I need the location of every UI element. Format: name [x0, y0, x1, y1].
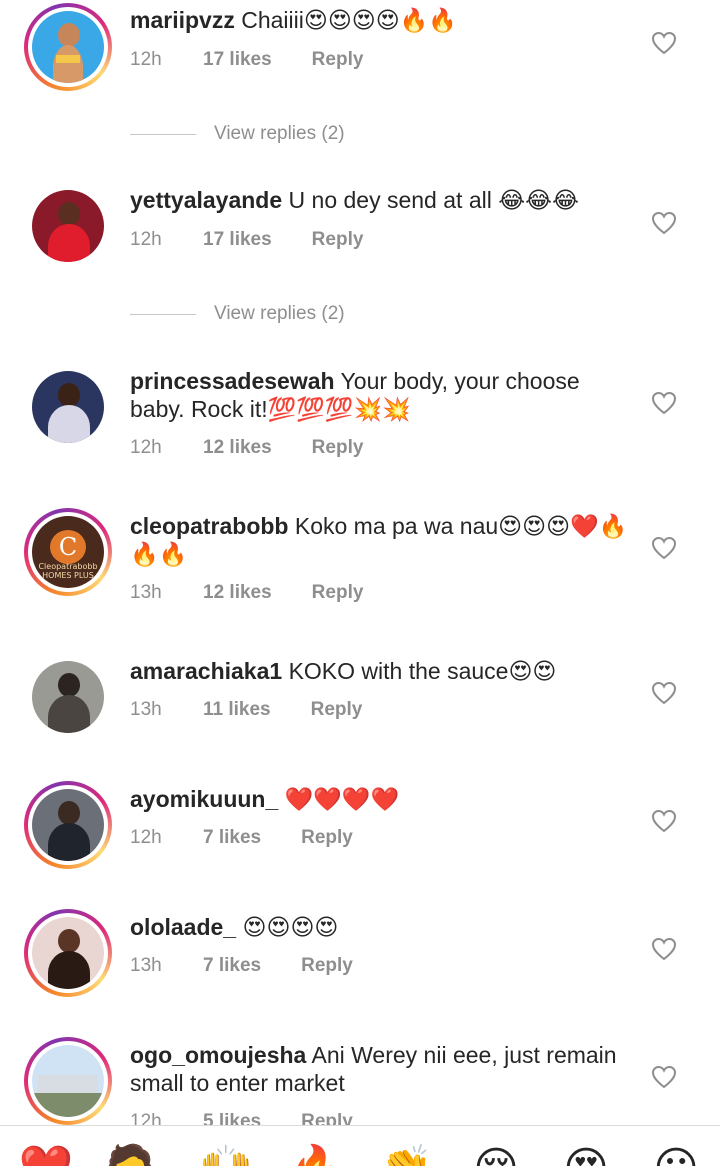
comment-username[interactable]: ayomikuuun_: [130, 786, 278, 812]
reply-button[interactable]: Reply: [312, 437, 364, 459]
comment-meta: 13h 11 likes Reply: [130, 699, 362, 721]
heart-outline-icon[interactable]: [651, 809, 677, 833]
comment-text: ayomikuuun_ ❤️❤️❤️❤️: [130, 785, 630, 813]
comment-time: 13h: [130, 699, 162, 720]
comment-body: 😍😍😍😍: [242, 914, 339, 940]
brand-logo: C: [50, 530, 86, 564]
avatar[interactable]: [24, 1037, 112, 1125]
comment-meta: 12h 12 likes Reply: [130, 437, 363, 459]
view-replies-button[interactable]: View replies (2): [130, 299, 345, 329]
comment-text: ogo_omoujesha Ani Werey nii eee, just re…: [130, 1041, 630, 1097]
comment-text: ololaade_ 😍😍😍😍: [130, 913, 630, 941]
comment-meta: 13h 12 likes Reply: [130, 582, 363, 604]
comment-time: 13h: [130, 955, 162, 976]
heart-outline-icon[interactable]: [651, 391, 677, 415]
comment-text: amarachiaka1 KOKO with the sauce😍😍: [130, 657, 630, 685]
reply-button[interactable]: Reply: [301, 1111, 353, 1125]
quick-emoji-crying[interactable]: 😢: [466, 1145, 526, 1166]
comment-text: yettyalayande U no dey send at all 😂😂😂: [130, 186, 630, 214]
comment-body: U no dey send at all 😂😂😂: [288, 187, 579, 213]
comment-meta: 12h 5 likes Reply: [130, 1111, 353, 1125]
comment-username[interactable]: mariipvzz: [130, 7, 235, 33]
comment-time: 13h: [130, 582, 162, 603]
comment-username[interactable]: ololaade_: [130, 914, 236, 940]
quick-emoji-heart-eyes[interactable]: 😍: [556, 1145, 616, 1166]
thread-line: [130, 313, 196, 315]
thread-line: [130, 133, 196, 135]
comment-likes[interactable]: 12 likes: [203, 437, 272, 459]
reply-button[interactable]: Reply: [312, 229, 364, 251]
comment-body: Chaiiii😍😍😍😍🔥🔥: [241, 7, 458, 33]
comment-username[interactable]: amarachiaka1: [130, 658, 282, 684]
view-replies-label: View replies (2): [214, 303, 345, 324]
heart-outline-icon[interactable]: [651, 31, 677, 55]
avatar[interactable]: [24, 909, 112, 997]
reply-button[interactable]: Reply: [311, 699, 363, 721]
comment-likes[interactable]: 12 likes: [203, 582, 272, 604]
comment-likes[interactable]: 5 likes: [203, 1111, 261, 1125]
comment-meta: 13h 7 likes Reply: [130, 955, 353, 977]
quick-emoji-heart[interactable]: ❤️: [16, 1145, 76, 1166]
brand-logo-text: Cleopatrabobb HOMES PLUS: [38, 562, 98, 580]
quick-emoji-surprised[interactable]: 😮: [646, 1145, 706, 1166]
avatar[interactable]: C Cleopatrabobb HOMES PLUS: [24, 508, 112, 596]
reply-button[interactable]: Reply: [301, 955, 353, 977]
quick-emoji-clap[interactable]: 👏: [376, 1145, 436, 1166]
quick-emoji-bar: ❤️ 🧔 🙌 🔥 👏 😢 😍 😮: [0, 1125, 720, 1166]
avatar[interactable]: [24, 781, 112, 869]
comment-text: mariipvzz Chaiiii😍😍😍😍🔥🔥: [130, 6, 630, 34]
view-replies-label: View replies (2): [214, 123, 345, 144]
reply-button[interactable]: Reply: [312, 582, 364, 604]
comment-likes[interactable]: 17 likes: [203, 229, 272, 251]
comment-body: KOKO with the sauce😍😍: [288, 658, 557, 684]
comment-username[interactable]: ogo_omoujesha: [130, 1042, 306, 1068]
comment-username[interactable]: princessadesewah: [130, 368, 335, 394]
comment-time: 12h: [130, 827, 162, 848]
comment-time: 12h: [130, 1111, 162, 1125]
comment-meta: 12h 17 likes Reply: [130, 49, 363, 71]
comments-list[interactable]: mariipvzz Chaiiii😍😍😍😍🔥🔥 12h 17 likes Rep…: [0, 0, 720, 1125]
comment-text: princessadesewah Your body, your choose …: [130, 367, 630, 423]
comment-username[interactable]: cleopatrabobb: [130, 513, 288, 539]
comment-likes[interactable]: 7 likes: [203, 827, 261, 849]
comment-time: 12h: [130, 229, 162, 250]
comment-time: 12h: [130, 49, 162, 70]
heart-outline-icon[interactable]: [651, 681, 677, 705]
reply-button[interactable]: Reply: [301, 827, 353, 849]
comment-meta: 12h 7 likes Reply: [130, 827, 353, 849]
comment-username[interactable]: yettyalayande: [130, 187, 282, 213]
avatar[interactable]: [32, 190, 104, 262]
comment-meta: 12h 17 likes Reply: [130, 229, 363, 251]
comment-text: cleopatrabobb Koko ma pa wa nau😍😍😍❤️🔥🔥🔥: [130, 512, 630, 568]
comment-body: ❤️❤️❤️❤️: [284, 786, 400, 812]
avatar[interactable]: [32, 371, 104, 443]
comment-likes[interactable]: 7 likes: [203, 955, 261, 977]
quick-emoji-raised-hands[interactable]: 🙌: [196, 1145, 256, 1166]
avatar[interactable]: [24, 3, 112, 91]
quick-emoji-fire[interactable]: 🔥: [286, 1145, 346, 1166]
comment-time: 12h: [130, 437, 162, 458]
comment-likes[interactable]: 17 likes: [203, 49, 272, 71]
heart-outline-icon[interactable]: [651, 211, 677, 235]
view-replies-button[interactable]: View replies (2): [130, 119, 345, 149]
heart-outline-icon[interactable]: [651, 1065, 677, 1089]
comment-likes[interactable]: 11 likes: [203, 699, 271, 721]
avatar[interactable]: [32, 661, 104, 733]
quick-emoji-face[interactable]: 🧔: [100, 1145, 160, 1166]
reply-button[interactable]: Reply: [312, 49, 364, 71]
heart-outline-icon[interactable]: [651, 536, 677, 560]
heart-outline-icon[interactable]: [651, 937, 677, 961]
